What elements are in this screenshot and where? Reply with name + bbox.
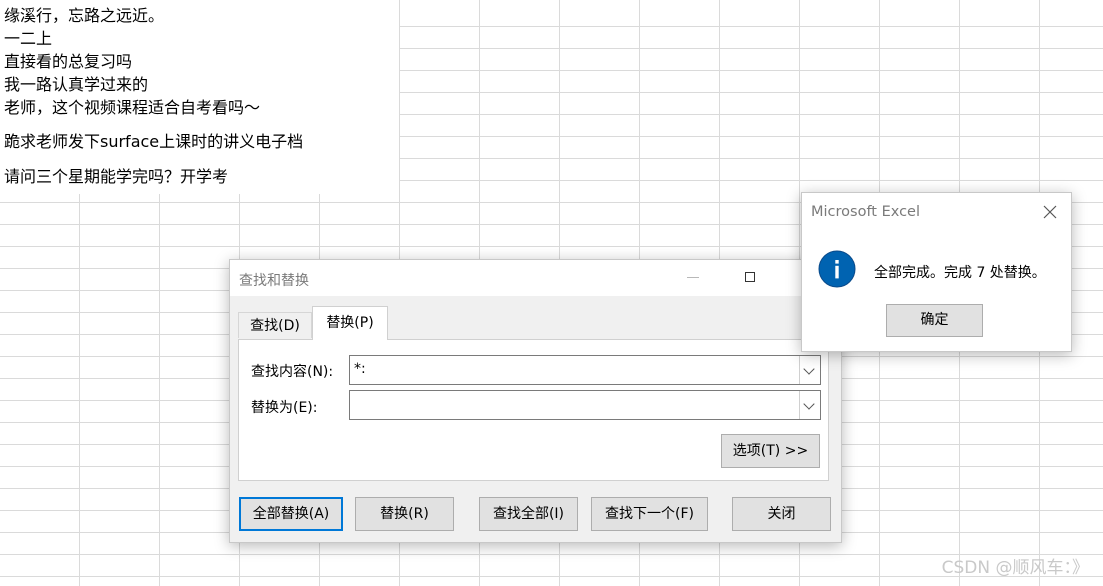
find-what-label: 查找内容(N):: [251, 364, 334, 380]
ok-button[interactable]: 确定: [886, 304, 983, 337]
excel-message-box: Microsoft Excel 全部完成。完成 7 处替换。 确定: [801, 192, 1072, 352]
find-what-value: *:: [354, 361, 366, 377]
cell-a2[interactable]: 一二上: [4, 28, 52, 50]
replace-all-button[interactable]: 全部替换(A): [239, 497, 343, 531]
replace-button[interactable]: 替换(R): [355, 497, 454, 531]
find-replace-dialog: 查找和替换 查找(D) 替换(P) 查找内容(N): *: 替换为(E): 选项…: [229, 259, 842, 543]
close-button[interactable]: 关闭: [732, 497, 831, 531]
tab-find-label: 查找(D): [250, 318, 300, 334]
minimize-icon[interactable]: [687, 277, 699, 278]
message-box-body: 全部完成。完成 7 处替换。: [802, 231, 1071, 290]
cell-a3[interactable]: 直接看的总复习吗: [4, 51, 132, 73]
maximize-icon[interactable]: [745, 272, 755, 282]
info-icon: [818, 250, 856, 288]
replace-with-combobox[interactable]: [349, 390, 821, 420]
chevron-down-icon[interactable]: [799, 356, 820, 384]
replace-with-label: 替换为(E):: [251, 400, 318, 416]
cell-a5[interactable]: 老师，这个视频课程适合自考看吗～: [4, 97, 260, 119]
watermark: CSDN @顺风车：》: [941, 558, 1089, 578]
replace-tab-panel: 查找内容(N): *: 替换为(E): 选项(T) >>: [238, 339, 829, 481]
tab-replace-label: 替换(P): [326, 315, 374, 331]
find-what-combobox[interactable]: *:: [349, 355, 821, 385]
find-next-button[interactable]: 查找下一个(F): [591, 497, 708, 531]
message-box-title: Microsoft Excel: [811, 204, 921, 220]
dialog-title: 查找和替换: [239, 273, 309, 289]
tab-find[interactable]: 查找(D): [238, 312, 312, 338]
cell-a6[interactable]: 跪求老师发下surface上课时的讲义电子档: [4, 131, 303, 153]
chevron-down-icon[interactable]: [799, 391, 820, 419]
message-text: 全部完成。完成 7 处替换。: [874, 265, 1046, 281]
message-box-footer: 确定: [802, 290, 1071, 351]
cell-a7[interactable]: 请问三个星期能学完吗？开学考: [4, 166, 228, 188]
cell-a4[interactable]: 我一路认真学过来的: [4, 74, 148, 96]
close-icon[interactable]: [1042, 204, 1058, 220]
find-all-button[interactable]: 查找全部(I): [479, 497, 578, 531]
options-button[interactable]: 选项(T) >>: [721, 434, 820, 468]
message-box-titlebar[interactable]: Microsoft Excel: [802, 193, 1071, 231]
tab-replace[interactable]: 替换(P): [312, 306, 388, 340]
cell-a1[interactable]: 缘溪行，忘路之远近。: [4, 5, 164, 27]
find-replace-titlebar[interactable]: 查找和替换: [230, 260, 841, 296]
